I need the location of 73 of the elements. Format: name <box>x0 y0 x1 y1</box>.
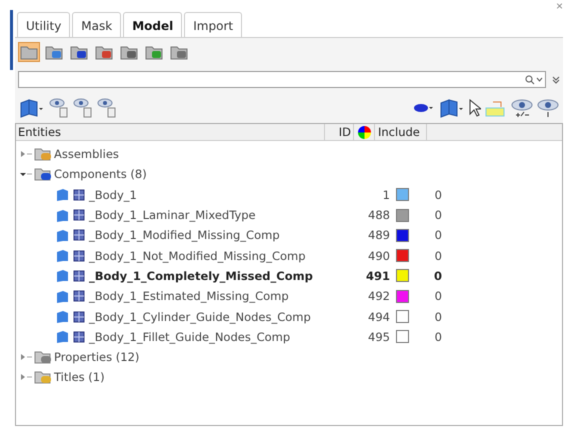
id-cell-text: 1 <box>382 188 391 202</box>
surface-icon[interactable] <box>19 98 45 118</box>
color-swatch[interactable] <box>396 310 408 324</box>
id-cell-text: 494 <box>367 310 391 324</box>
include-cell-text: 0 <box>434 228 443 242</box>
eye-icon[interactable] <box>97 98 117 118</box>
tab[interactable]: Utility <box>17 12 70 37</box>
tab[interactable]: Import <box>184 12 242 37</box>
include-cell-text: 0 <box>432 268 443 283</box>
mesh-icon <box>73 188 85 201</box>
tree-item[interactable]: Properties (12) <box>54 350 140 364</box>
include-cell-text: 0 <box>434 289 443 304</box>
tree-item[interactable]: _Body_1_Fillet_Guide_Nodes_Comp <box>89 330 290 344</box>
tree-item[interactable]: _Body_1_Estimated_Missing_Comp <box>89 289 289 304</box>
surface-icon <box>56 290 69 303</box>
mesh-icon <box>73 209 85 222</box>
include-cell-text: 0 <box>434 188 443 202</box>
color-swatch[interactable] <box>396 249 408 262</box>
tree-item[interactable]: _Body_1_Laminar_MixedType <box>89 208 256 222</box>
id-cell-text: 488 <box>367 208 391 222</box>
component-icon[interactable] <box>413 101 435 115</box>
tree-item[interactable]: Assemblies <box>54 147 119 162</box>
tree-item[interactable]: _Body_1_Not_Modified_Missing_Comp <box>89 248 306 263</box>
eye-icon[interactable] <box>537 98 559 118</box>
color-swatch[interactable] <box>396 228 408 242</box>
search-icon[interactable] <box>525 74 543 84</box>
id-cell-text: 495 <box>367 330 391 344</box>
column-header[interactable]: Include <box>375 124 427 140</box>
column-header[interactable]: Entities <box>16 124 325 140</box>
surface-icon <box>56 269 69 282</box>
surface-icon <box>56 330 69 344</box>
surface-icon[interactable] <box>439 98 465 118</box>
id-cell-text: 492 <box>367 289 391 304</box>
tree-item[interactable]: _Body_1_Completely_Missed_Comp <box>89 268 313 283</box>
mesh-icon <box>73 229 85 242</box>
id-cell-text: 489 <box>367 228 391 242</box>
tree-item[interactable]: _Body_1_Modified_Missing_Comp <box>89 228 280 242</box>
mesh-icon <box>73 250 85 262</box>
surface-icon <box>56 188 69 202</box>
tab[interactable]: Mask <box>72 12 122 37</box>
color-swatch[interactable] <box>396 290 408 303</box>
id-cell-text: 491 <box>364 268 391 283</box>
tree-item[interactable]: _Body_1 <box>89 188 137 202</box>
mesh-icon <box>73 270 85 282</box>
include-cell-text: 0 <box>434 208 443 222</box>
color-swatch[interactable] <box>396 208 408 222</box>
mesh-icon <box>73 330 85 343</box>
tree-item[interactable]: Titles (1) <box>54 370 105 384</box>
tree-item[interactable]: Components (8) <box>54 167 147 182</box>
include-cell-text: 0 <box>434 330 443 344</box>
surface-icon <box>56 228 69 242</box>
expand-icon[interactable] <box>552 76 560 84</box>
eye-icon[interactable] <box>73 98 93 118</box>
color-swatch[interactable] <box>396 330 408 344</box>
color-wheel-icon[interactable] <box>358 126 370 138</box>
column-header[interactable]: ID <box>325 124 354 140</box>
color-swatch[interactable] <box>396 269 408 282</box>
search-field[interactable] <box>18 71 546 88</box>
eye-icon[interactable] <box>511 98 533 118</box>
include-cell-text: 0 <box>434 310 443 324</box>
cursor-icon[interactable] <box>469 99 481 117</box>
tree-item[interactable]: _Body_1_Cylinder_Guide_Nodes_Comp <box>89 310 311 324</box>
surface-icon <box>56 310 69 324</box>
close-button[interactable]: × <box>556 0 563 12</box>
surface-icon <box>56 249 69 262</box>
mesh-icon <box>73 290 85 302</box>
include-cell-text: 0 <box>434 248 443 263</box>
id-cell-text: 490 <box>367 248 391 263</box>
tab[interactable]: Model <box>123 12 182 37</box>
eye-icon[interactable] <box>49 98 69 118</box>
mesh-icon <box>73 310 85 323</box>
surface-icon <box>56 208 69 222</box>
color-swatch[interactable] <box>396 188 408 202</box>
